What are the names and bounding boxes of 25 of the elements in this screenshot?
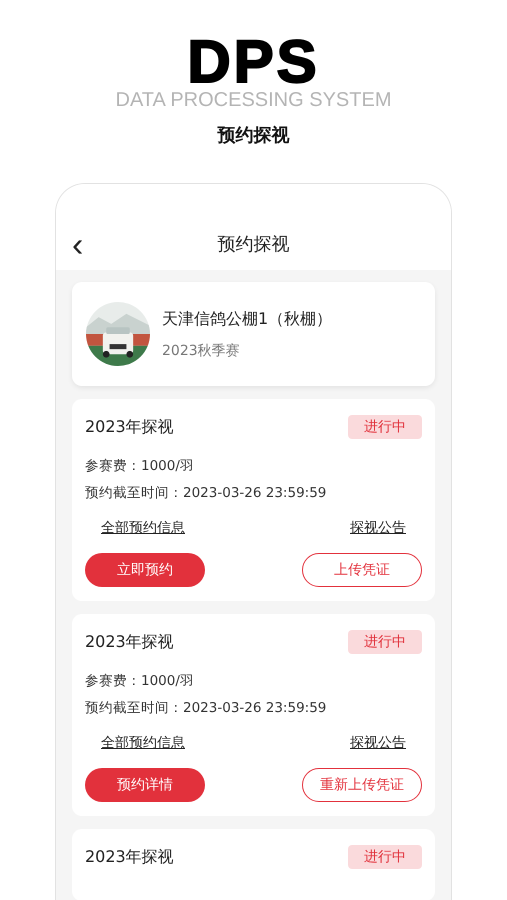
logo-title: DPS [187,32,320,92]
link[interactable]: 探视公告 [350,734,406,752]
screen-title: 预约探视 [218,233,290,256]
venue-name: 天津信鸽公棚1（秋棚） [162,308,332,330]
link[interactable]: 全部预约信息 [101,734,185,752]
logo-subtitle: DATA PROCESSING SYSTEM [116,89,392,111]
deadline-text: 预约截至时间：2023-03-26 23:59:59 [85,699,328,717]
deadline-text: 预约截至时间：2023-03-26 23:59:59 [85,484,328,502]
event-title: 2023年探视 [85,846,174,868]
status-tag: 进行中 [348,845,422,869]
event-title: 2023年探视 [85,632,174,652]
event-title: 2023年探视 [85,416,174,438]
link[interactable]: 探视公告 [350,519,406,537]
primary-button[interactable]: 预约详情 [85,768,205,802]
page-caption: 预约探视 [218,124,290,147]
status-tag: 进行中 [348,630,422,654]
status-tag: 进行中 [348,415,422,439]
season-label: 2023秋季赛 [162,342,241,360]
back-button[interactable]: ‹ [68,228,88,262]
outline-button[interactable]: 重新上传凭证 [302,768,422,802]
outline-button[interactable]: 上传凭证 [302,553,422,587]
link[interactable]: 全部预约信息 [101,519,185,537]
fee-text: 参赛费：1000/羽 [85,672,195,690]
primary-button[interactable]: 立即预约 [85,553,205,587]
fee-text: 参赛费：1000/羽 [85,457,195,475]
